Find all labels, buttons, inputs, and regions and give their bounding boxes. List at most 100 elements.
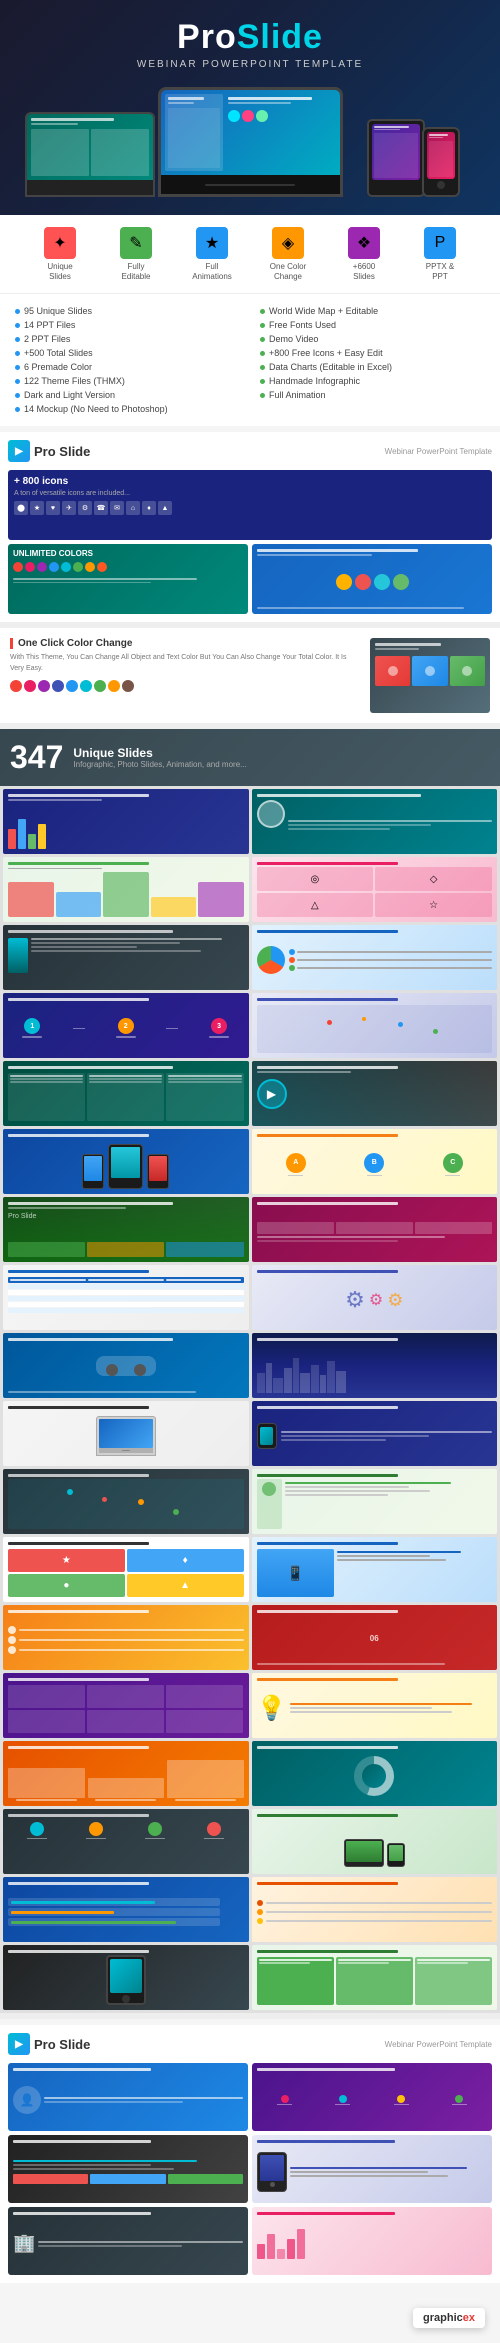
- feature-pptx: P PPTX &PPT: [405, 227, 475, 281]
- device-mockups: [20, 82, 480, 197]
- preview-logo-icon-2: ▶: [8, 2033, 30, 2055]
- slides-grid-2: 👤: [8, 2063, 492, 2275]
- slide-thumb-29: [3, 1741, 249, 1806]
- slide-thumb-22: [252, 1469, 498, 1534]
- slide-thumb-18: [252, 1333, 498, 1398]
- slide-thumb-3: [3, 857, 249, 922]
- spec-2: 14 PPT Files: [15, 318, 240, 332]
- slide-preview-b: [252, 2063, 492, 2131]
- slides-count-number: 347: [10, 739, 63, 776]
- spec-7: Dark and Light Version: [15, 388, 240, 402]
- slide-preview-e: 🏢: [8, 2207, 248, 2275]
- device-tablet: [367, 119, 425, 197]
- slide-thumb-12: A B C: [252, 1129, 498, 1194]
- oneclick-text: With This Theme, You Can Change All Obje…: [10, 653, 362, 674]
- feature-label-unique: UniqueSlides: [47, 262, 72, 281]
- specs-col-right: World Wide Map + Editable Free Fonts Use…: [260, 304, 485, 416]
- feature-icon-animations: ★: [196, 227, 228, 259]
- preview-section-2: ▶ Pro Slide Webinar PowerPoint Template …: [0, 2025, 500, 2283]
- device-phone: [422, 127, 460, 197]
- watermark-suffix: ex: [463, 2312, 475, 2324]
- feature-icon-slides: ❖: [348, 227, 380, 259]
- spec-r4: +800 Free Icons + Easy Edit: [260, 346, 485, 360]
- feature-label-slides: +6600Slides: [353, 262, 375, 281]
- slide-thumb-2: [252, 789, 498, 854]
- slide-team: [252, 544, 492, 614]
- features-bar: ✦ UniqueSlides ✎ FullyEditable ★ FullAni…: [0, 215, 500, 293]
- preview-tagline-1: Webinar PowerPoint Template: [385, 447, 492, 456]
- slide-preview-a: 👤: [8, 2063, 248, 2131]
- preview-logo-icon-1: ▶: [8, 440, 30, 462]
- feature-label-animations: FullAnimations: [192, 262, 232, 281]
- slides-grid-1: + 800 icons A ton of versatile icons are…: [8, 470, 492, 614]
- slide-thumb-27: [3, 1673, 249, 1738]
- slide-thumb-23: ★ ♦ ● ▲: [3, 1537, 249, 1602]
- specs-col-left: 95 Unique Slides 14 PPT Files 2 PPT File…: [15, 304, 240, 416]
- slide-thumb-25: [3, 1605, 249, 1670]
- slide-thumb-8: [252, 993, 498, 1058]
- slides-preview-grid: ◎ ◇ △ ☆: [0, 786, 500, 2013]
- feature-icon-pptx: P: [424, 227, 456, 259]
- feature-icon-color: ◈: [272, 227, 304, 259]
- spec-r7: Full Animation: [260, 388, 485, 402]
- slide-thumb-31: [3, 1809, 249, 1874]
- spec-4: +500 Total Slides: [15, 346, 240, 360]
- specs-section: 95 Unique Slides 14 PPT Files 2 PPT File…: [0, 293, 500, 426]
- slide-preview-d: [252, 2135, 492, 2203]
- spec-1: 95 Unique Slides: [15, 304, 240, 318]
- slide-thumb-35: [3, 1945, 249, 2010]
- slide-thumb-15: [3, 1265, 249, 1330]
- spec-r3: Demo Video: [260, 332, 485, 346]
- slide-thumb-26: 06: [252, 1605, 498, 1670]
- feature-editable: ✎ FullyEditable: [101, 227, 171, 281]
- slide-thumb-20: [252, 1401, 498, 1466]
- preview-logo-text-2: Pro Slide: [34, 2037, 90, 2052]
- slides-count-section: 347 Unique Slides Infographic, Photo Sli…: [0, 729, 500, 786]
- slide-thumb-10: ▶: [252, 1061, 498, 1126]
- slides-count-info: Unique Slides Infographic, Photo Slides,…: [73, 746, 246, 769]
- preview-logo-1: ▶ Pro Slide: [8, 440, 90, 462]
- watermark: graphicex: [413, 2308, 485, 2328]
- oneclick-content: One Click Color Change With This Theme, …: [10, 638, 362, 692]
- slide-thumb-7: 1 2 3: [3, 993, 249, 1058]
- slide-thumb-5: [3, 925, 249, 990]
- feature-label-editable: FullyEditable: [122, 262, 151, 281]
- slide-thumb-33: [3, 1877, 249, 1942]
- preview-header-2: ▶ Pro Slide Webinar PowerPoint Template: [8, 2033, 492, 2055]
- slide-thumb-32: [252, 1809, 498, 1874]
- slide-icons-wide: + 800 icons A ton of versatile icons are…: [8, 470, 492, 540]
- logo-title-pro: Pro: [177, 18, 237, 56]
- spec-r6: Handmade Infographic: [260, 374, 485, 388]
- feature-icon-unique: ✦: [44, 227, 76, 259]
- spec-5: 6 Premade Color: [15, 360, 240, 374]
- oneclick-title: One Click Color Change: [10, 638, 362, 649]
- slide-preview-c: [8, 2135, 248, 2203]
- logo-title-slide: Slide: [237, 18, 323, 56]
- slide-thumb-13: Pro Slide: [3, 1197, 249, 1262]
- device-laptop: [25, 112, 155, 197]
- spec-8: 14 Mockup (No Need to Photoshop): [15, 402, 240, 416]
- slide-thumb-36: [252, 1945, 498, 2010]
- feature-label-pptx: PPTX &PPT: [426, 262, 454, 281]
- preview-logo-2: ▶ Pro Slide: [8, 2033, 90, 2055]
- slide-thumb-4: ◎ ◇ △ ☆: [252, 857, 498, 922]
- feature-unique: ✦ UniqueSlides: [25, 227, 95, 281]
- slide-colors: Unlimited Colors: [8, 544, 248, 614]
- header-subtitle: Webinar PowerPoint Template: [20, 59, 480, 70]
- slide-thumb-9: [3, 1061, 249, 1126]
- slide-thumb-34: [252, 1877, 498, 1942]
- slide-thumb-17: [3, 1333, 249, 1398]
- slide-thumb-14: [252, 1197, 498, 1262]
- preview-section-1: ▶ Pro Slide Webinar PowerPoint Template …: [0, 432, 500, 622]
- slide-thumb-1: [3, 789, 249, 854]
- slide-thumb-24: 📱: [252, 1537, 498, 1602]
- oneclick-section: One Click Color Change With This Theme, …: [0, 628, 500, 723]
- feature-color: ◈ One ColorChange: [253, 227, 323, 281]
- spec-6: 122 Theme Files (THMX): [15, 374, 240, 388]
- device-monitor: [158, 87, 343, 197]
- preview-header-1: ▶ Pro Slide Webinar PowerPoint Template: [8, 440, 492, 462]
- slide-thumb-6: [252, 925, 498, 990]
- slide-thumb-30: [252, 1741, 498, 1806]
- preview-tagline-2: Webinar PowerPoint Template: [385, 2040, 492, 2049]
- divider-bottom: [0, 2013, 500, 2019]
